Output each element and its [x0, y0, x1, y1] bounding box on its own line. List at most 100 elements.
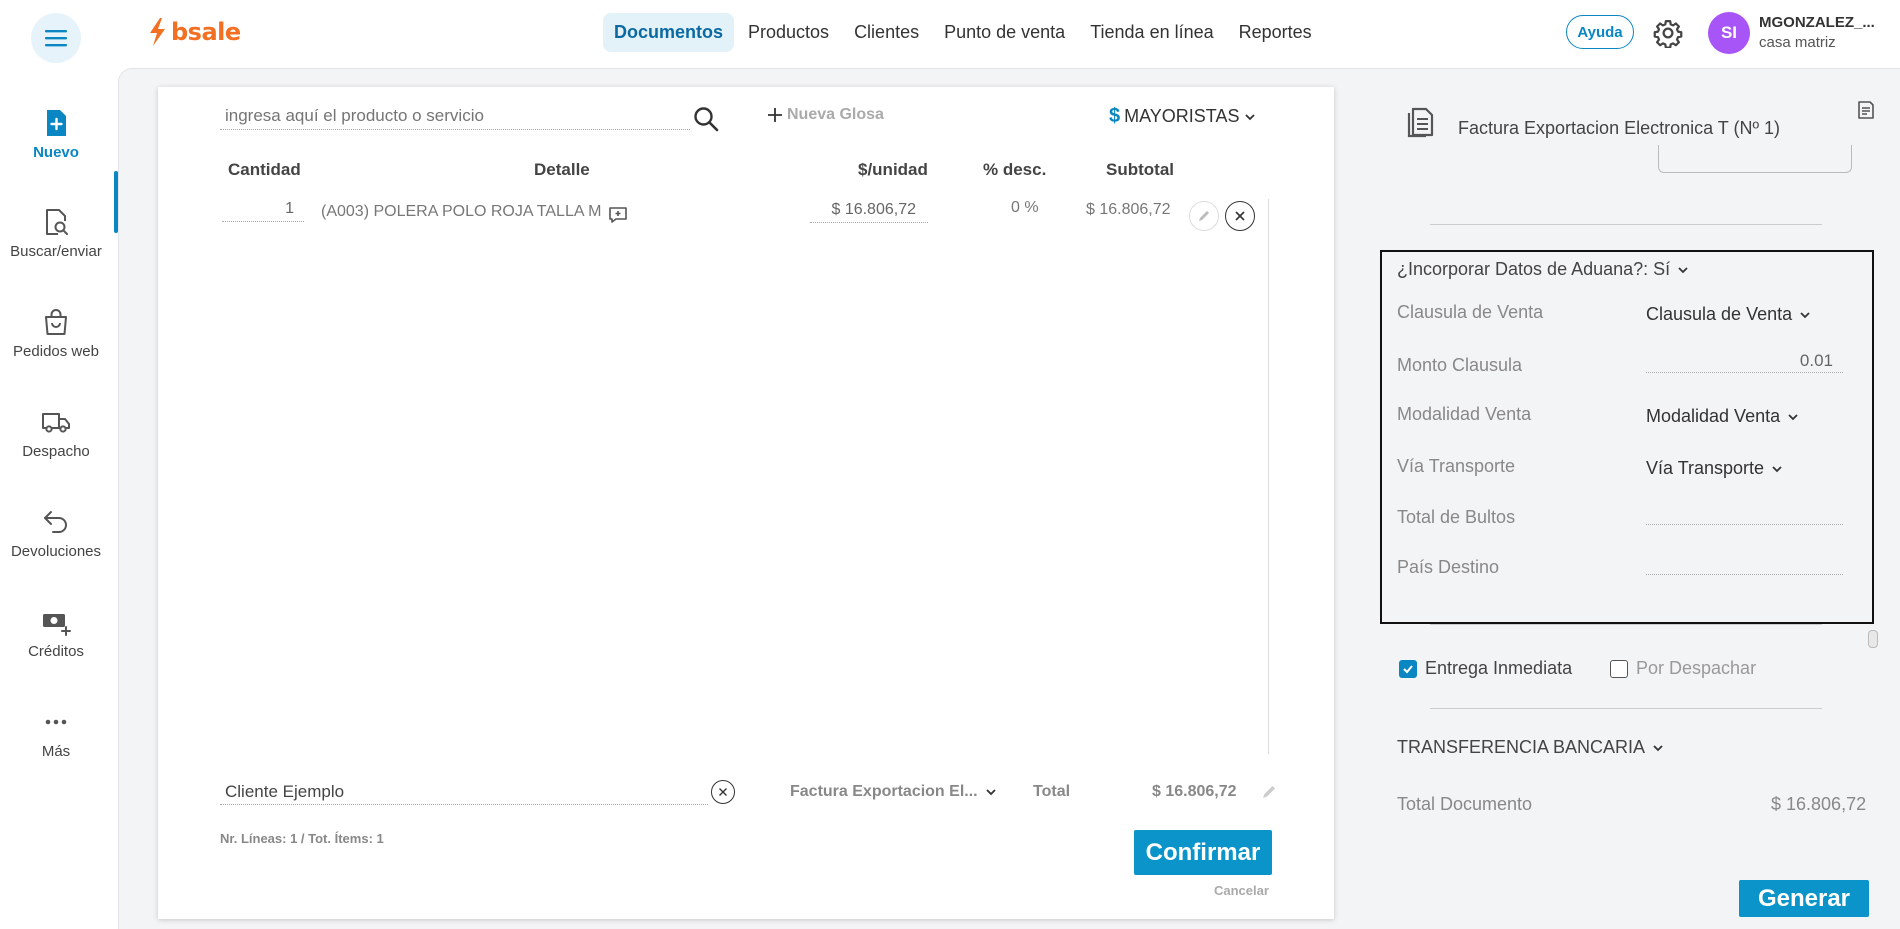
line-qty-input[interactable]: 1 — [222, 200, 304, 222]
price-list-symbol: $ — [1109, 105, 1121, 127]
new-document-icon — [47, 110, 66, 136]
dispatch-label: Por Despachar — [1636, 658, 1757, 678]
chevron-down-icon — [1800, 311, 1810, 318]
sidebar: Nuevo Buscar/enviar Pedidos web Despacho… — [0, 64, 118, 929]
destination-country-label: País Destino — [1397, 557, 1500, 577]
gear-icon[interactable] — [1653, 18, 1683, 48]
new-gloss-label: Nueva Glosa — [787, 106, 884, 123]
sidebar-item-creditos[interactable]: Créditos — [0, 607, 112, 661]
document-total-label: Total Documento — [1397, 794, 1533, 814]
sidebar-item-label: Despacho — [22, 443, 90, 460]
clear-client-button[interactable] — [711, 780, 735, 804]
product-search-input[interactable] — [220, 102, 690, 130]
chevron-down-icon — [985, 789, 996, 796]
clause-amount-input[interactable] — [1646, 349, 1843, 373]
truck-icon — [42, 413, 70, 433]
immediate-delivery-checkbox[interactable] — [1399, 659, 1417, 678]
sale-mode-select[interactable]: Modalidad Venta — [1646, 406, 1800, 427]
pencil-icon — [1199, 211, 1209, 221]
total-label: Total — [1033, 783, 1071, 800]
lines-scroll-track — [1268, 199, 1269, 754]
sale-mode-label: Modalidad Venta — [1397, 404, 1532, 424]
price-list-dropdown[interactable]: $ MAYORISTAS — [1109, 105, 1257, 128]
column-header-subtotal: Subtotal — [1106, 160, 1174, 179]
sidebar-item-label: Buscar/enviar — [10, 243, 102, 260]
edit-line-button[interactable] — [1189, 201, 1219, 231]
confirm-button[interactable]: Confirmar — [1134, 830, 1272, 875]
packages-input[interactable] — [1646, 501, 1843, 525]
hamburger-icon — [45, 30, 67, 47]
sale-clause-value: Clausula de Venta — [1646, 304, 1793, 324]
sidebar-item-devoluciones[interactable]: Devoluciones — [0, 507, 112, 561]
add-note-icon[interactable] — [608, 205, 628, 225]
checkmark-icon — [1403, 664, 1413, 673]
sidebar-item-buscar-enviar[interactable]: Buscar/enviar — [0, 207, 112, 261]
nav-documentos[interactable]: Documentos — [603, 13, 735, 52]
sidebar-item-label: Devoluciones — [10, 543, 102, 560]
line-subtotal: $ 16.806,72 — [1086, 201, 1171, 218]
nav-punto-de-venta[interactable]: Punto de venta — [933, 13, 1076, 52]
sidebar-item-pedidos-web[interactable]: Pedidos web — [0, 307, 112, 361]
user-name[interactable]: MGONZALEZ_... — [1759, 14, 1875, 31]
document-total-value: $ 16.806,72 — [1771, 794, 1867, 814]
generate-button[interactable]: Generar — [1739, 880, 1869, 917]
pencil-icon[interactable] — [1260, 783, 1278, 801]
client-input[interactable] — [220, 779, 708, 805]
destination-country-input[interactable] — [1646, 551, 1843, 575]
nav-clientes[interactable]: Clientes — [843, 13, 930, 52]
chevron-down-icon — [1772, 465, 1782, 472]
divider — [1430, 624, 1822, 625]
sidebar-item-mas[interactable]: Más — [0, 707, 112, 761]
top-bar: bsale Documentos Productos Clientes Punt… — [0, 0, 1900, 64]
help-button[interactable]: Ayuda — [1566, 15, 1634, 49]
dispatch-checkbox[interactable] — [1610, 659, 1628, 678]
immediate-delivery-option[interactable]: Entrega Inmediata — [1399, 658, 1572, 679]
dispatch-option[interactable]: Por Despachar — [1610, 658, 1756, 679]
search-document-icon — [46, 209, 68, 235]
customs-heading: ¿Incorporar Datos de Aduana?: Sí — [1397, 259, 1671, 279]
shopping-bag-icon — [45, 309, 67, 335]
column-header-discount: % desc. — [983, 160, 1047, 179]
transport-select[interactable]: Vía Transporte — [1646, 458, 1784, 479]
panel-scrollbar[interactable] — [1868, 630, 1878, 648]
remove-line-button[interactable] — [1225, 201, 1255, 231]
sidebar-item-label: Más — [41, 743, 71, 760]
nav-reportes[interactable]: Reportes — [1228, 13, 1323, 52]
clause-amount-label: Monto Clausula — [1397, 355, 1523, 375]
nav-productos[interactable]: Productos — [737, 13, 840, 52]
immediate-delivery-label: Entrega Inmediata — [1425, 658, 1573, 678]
cancel-link[interactable]: Cancelar — [1214, 883, 1269, 898]
menu-button[interactable] — [31, 13, 81, 63]
main-nav: Documentos Productos Clientes Punto de v… — [603, 13, 1326, 52]
notes-icon[interactable] — [1856, 100, 1876, 120]
sidebar-item-despacho[interactable]: Despacho — [0, 407, 112, 461]
bsale-logo-icon — [150, 18, 165, 46]
bsale-logo[interactable]: bsale — [146, 17, 241, 47]
line-unit-price-input[interactable]: $ 16.806,72 — [810, 201, 928, 223]
plus-icon — [768, 108, 782, 122]
close-icon — [719, 788, 727, 796]
customs-toggle[interactable]: ¿Incorporar Datos de Aduana?: Sí — [1397, 259, 1690, 280]
packages-label: Total de Bultos — [1397, 507, 1516, 527]
search-icon[interactable] — [692, 105, 720, 133]
nav-tienda-en-linea[interactable]: Tienda en línea — [1079, 13, 1224, 52]
document-title: Factura Exportacion Electronica T (Nº 1) — [1458, 118, 1781, 138]
payment-method-dropdown[interactable]: TRANSFERENCIA BANCARIA — [1397, 737, 1665, 758]
chevron-down-icon — [1678, 266, 1688, 273]
logo-text: bsale — [171, 18, 241, 46]
document-type-dropdown[interactable]: Factura Exportacion El... — [790, 783, 998, 801]
chevron-down-icon — [1245, 113, 1256, 120]
new-gloss-button[interactable]: Nueva Glosa — [767, 106, 884, 124]
document-card: Nueva Glosa $ MAYORISTAS Cantidad Detall… — [158, 87, 1334, 919]
sale-clause-select[interactable]: Clausula de Venta — [1646, 304, 1812, 325]
chevron-down-icon — [1653, 744, 1663, 751]
transport-value: Vía Transporte — [1646, 458, 1765, 478]
sidebar-item-label: Pedidos web — [13, 343, 99, 360]
sidebar-item-nuevo[interactable]: Nuevo — [0, 108, 112, 162]
divider — [1430, 708, 1822, 709]
avatar[interactable]: SI — [1708, 12, 1750, 54]
column-header-qty: Cantidad — [228, 160, 301, 179]
line-discount[interactable]: 0 % — [1011, 199, 1039, 217]
sidebar-item-label: Nuevo — [33, 144, 79, 161]
money-icon — [43, 614, 71, 636]
